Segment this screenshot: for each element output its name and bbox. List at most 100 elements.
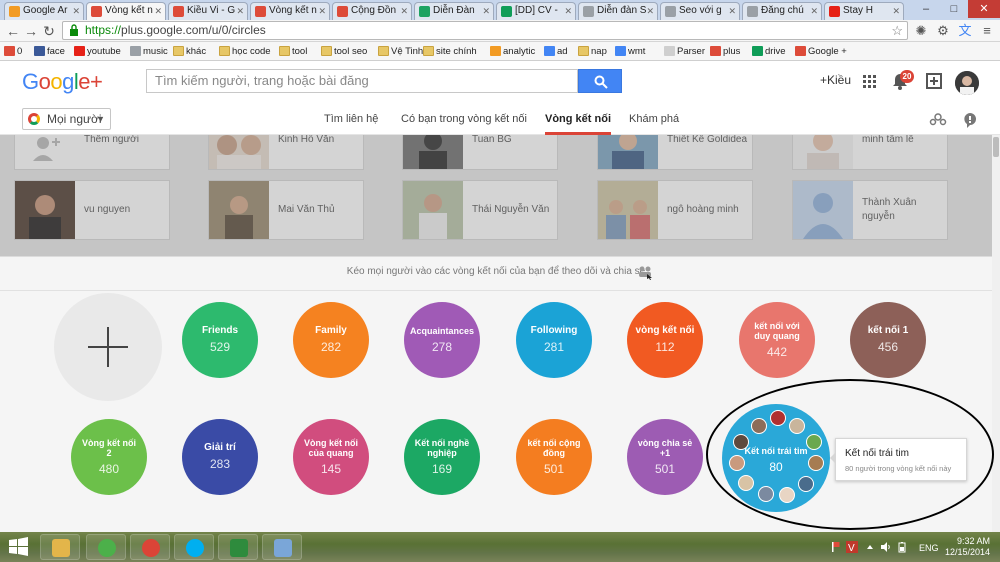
browser-tab[interactable]: Google Ar ✕ [4,2,84,20]
tab-explore[interactable]: Khám phá [629,113,679,125]
menu-icon[interactable]: ≡ [978,22,996,40]
close-tab-icon[interactable]: ✕ [154,3,162,19]
person-card[interactable]: Thành Xuân nguyễn [792,180,948,240]
battery-icon[interactable] [896,541,908,553]
circle-item[interactable]: kết nối cộng đồng 501 [516,419,592,495]
person-card[interactable]: Thiết Kế Goldidea [597,135,753,170]
search-button[interactable] [578,69,622,93]
circle-item[interactable]: Vòng kết nối của quang 145 [293,419,369,495]
close-tab-icon[interactable]: ✕ [236,3,244,19]
circle-item[interactable]: kết nối 1 456 [850,302,926,378]
circle-item[interactable]: Acquaintances 278 [404,302,480,378]
taskbar-app[interactable] [218,534,258,560]
bookmark-item[interactable]: music [130,44,168,59]
browser-tab[interactable]: Kiều Vi - G ✕ [168,2,248,20]
tab-find-contacts[interactable]: Tìm liên hệ [324,113,378,125]
flag-icon[interactable] [830,541,842,553]
help-icon[interactable] [961,111,979,129]
person-card[interactable]: ngô hoàng minh [597,180,753,240]
bookmark-item[interactable]: nap [578,44,607,59]
close-window-button[interactable]: ✕ [968,0,1000,18]
windows-start-icon[interactable] [6,536,32,558]
google-plus-logo[interactable]: Google+ [22,69,103,95]
bookmark-item[interactable]: wmt [615,44,645,59]
bookmark-item[interactable]: drive [752,44,786,59]
scrollbar-thumb[interactable] [993,137,999,157]
circle-item[interactable]: Vòng kết nối 2 480 [71,419,147,495]
create-circle-button[interactable] [54,293,162,401]
settings-gear-icon[interactable]: ⚙ [934,22,952,40]
bookmark-item[interactable]: Vệ Tinh [378,44,423,59]
address-bar[interactable]: https://plus.google.com/u/0/circles ☆ [62,21,908,40]
close-tab-icon[interactable]: ✕ [482,3,490,19]
browser-tab[interactable]: Seo với g ✕ [660,2,740,20]
translate-icon[interactable]: 文 [956,22,974,40]
hidden-icons-arrow-icon[interactable] [864,541,876,553]
reload-icon[interactable]: ↻ [40,22,58,40]
notification-count-badge[interactable]: 20 [900,70,914,83]
browser-tab[interactable]: [DD] CV - ✕ [496,2,576,20]
bookmark-item[interactable]: học code [219,44,271,59]
back-icon[interactable]: ← [4,22,22,40]
browser-tab[interactable]: Cộng Đồn ✕ [332,2,412,20]
person-card[interactable]: Tuan BG [402,135,558,170]
browser-tab[interactable]: Stay H ✕ [824,2,904,20]
minimize-button[interactable]: – [912,0,940,18]
audience-dropdown[interactable]: Mọi người ▼ [22,108,111,130]
forward-icon[interactable]: → [22,22,40,40]
circle-people-icon[interactable] [929,111,947,129]
circle-item[interactable]: vòng chia sẻ +1 501 [627,419,703,495]
person-card[interactable]: Mai Văn Thủ [208,180,364,240]
share-add-icon[interactable] [923,70,945,92]
bookmark-item[interactable]: ad [544,44,568,59]
close-tab-icon[interactable]: ✕ [810,3,818,19]
circle-item[interactable]: Friends 529 [182,302,258,378]
system-clock[interactable]: 9:32 AM 12/15/2014 [944,536,990,558]
circle-item[interactable]: Kết nối nghề nghiệp 169 [404,419,480,495]
bookmark-item[interactable]: Parser [664,44,705,59]
close-tab-icon[interactable]: ✕ [400,3,408,19]
close-tab-icon[interactable]: ✕ [564,3,572,19]
add-person-card[interactable]: Thêm người [14,135,170,170]
browser-tab[interactable]: Diễn Đàn ✕ [414,2,494,20]
bookmark-item[interactable]: analytic [490,44,535,59]
bookmark-star-icon[interactable]: ☆ [891,22,903,39]
circle-item[interactable]: Following 281 [516,302,592,378]
bookmark-item[interactable]: khác [173,44,206,59]
bookmark-item[interactable]: Google + [795,44,847,59]
circle-item[interactable]: Giải trí 283 [182,419,258,495]
language-indicator[interactable]: ENG [919,543,939,553]
bookmark-item[interactable]: plus [710,44,740,59]
circle-item[interactable]: vòng kết nối 112 [627,302,703,378]
antivirus-icon[interactable]: V [846,541,858,553]
bookmark-item[interactable]: 0 [4,44,22,59]
browser-tab[interactable]: Vòng kết n ✕ [86,2,166,20]
close-tab-icon[interactable]: ✕ [72,3,80,19]
volume-icon[interactable] [880,541,892,553]
bookmark-item[interactable]: tool seo [321,44,367,59]
search-input[interactable]: Tìm kiếm người, trang hoặc bài đăng [146,69,578,93]
person-card[interactable]: Kinh Hồ Văn [208,135,364,170]
taskbar-app[interactable] [86,534,126,560]
bookmark-item[interactable]: youtube [74,44,121,59]
close-tab-icon[interactable]: ✕ [728,3,736,19]
tab-have-you-in-circles[interactable]: Có bạn trong vòng kết nối [401,113,527,125]
bookmark-item[interactable]: tool [279,44,307,59]
taskbar-app[interactable] [130,534,170,560]
circle-item[interactable]: kết nối với duy quang 442 [739,302,815,378]
taskbar-app[interactable] [262,534,302,560]
browser-tab[interactable]: Đăng chú ✕ [742,2,822,20]
tab-your-circles[interactable]: Vòng kết nối [545,113,611,135]
apps-grid-icon[interactable] [858,70,880,92]
maximize-button[interactable]: □ [940,0,968,18]
bookmark-item[interactable]: face [34,44,65,59]
close-tab-icon[interactable]: ✕ [318,3,326,19]
taskbar-app[interactable] [40,534,80,560]
person-card[interactable]: minh tâm lê [792,135,948,170]
close-tab-icon[interactable]: ✕ [646,3,654,19]
browser-tab[interactable]: Diễn đàn S ✕ [578,2,658,20]
person-card[interactable]: Thái Nguyễn Văn [402,180,558,240]
extension-icon[interactable]: ✺ [912,22,930,40]
browser-tab[interactable]: Vòng kết n ✕ [250,2,330,20]
circle-item[interactable]: Family 282 [293,302,369,378]
